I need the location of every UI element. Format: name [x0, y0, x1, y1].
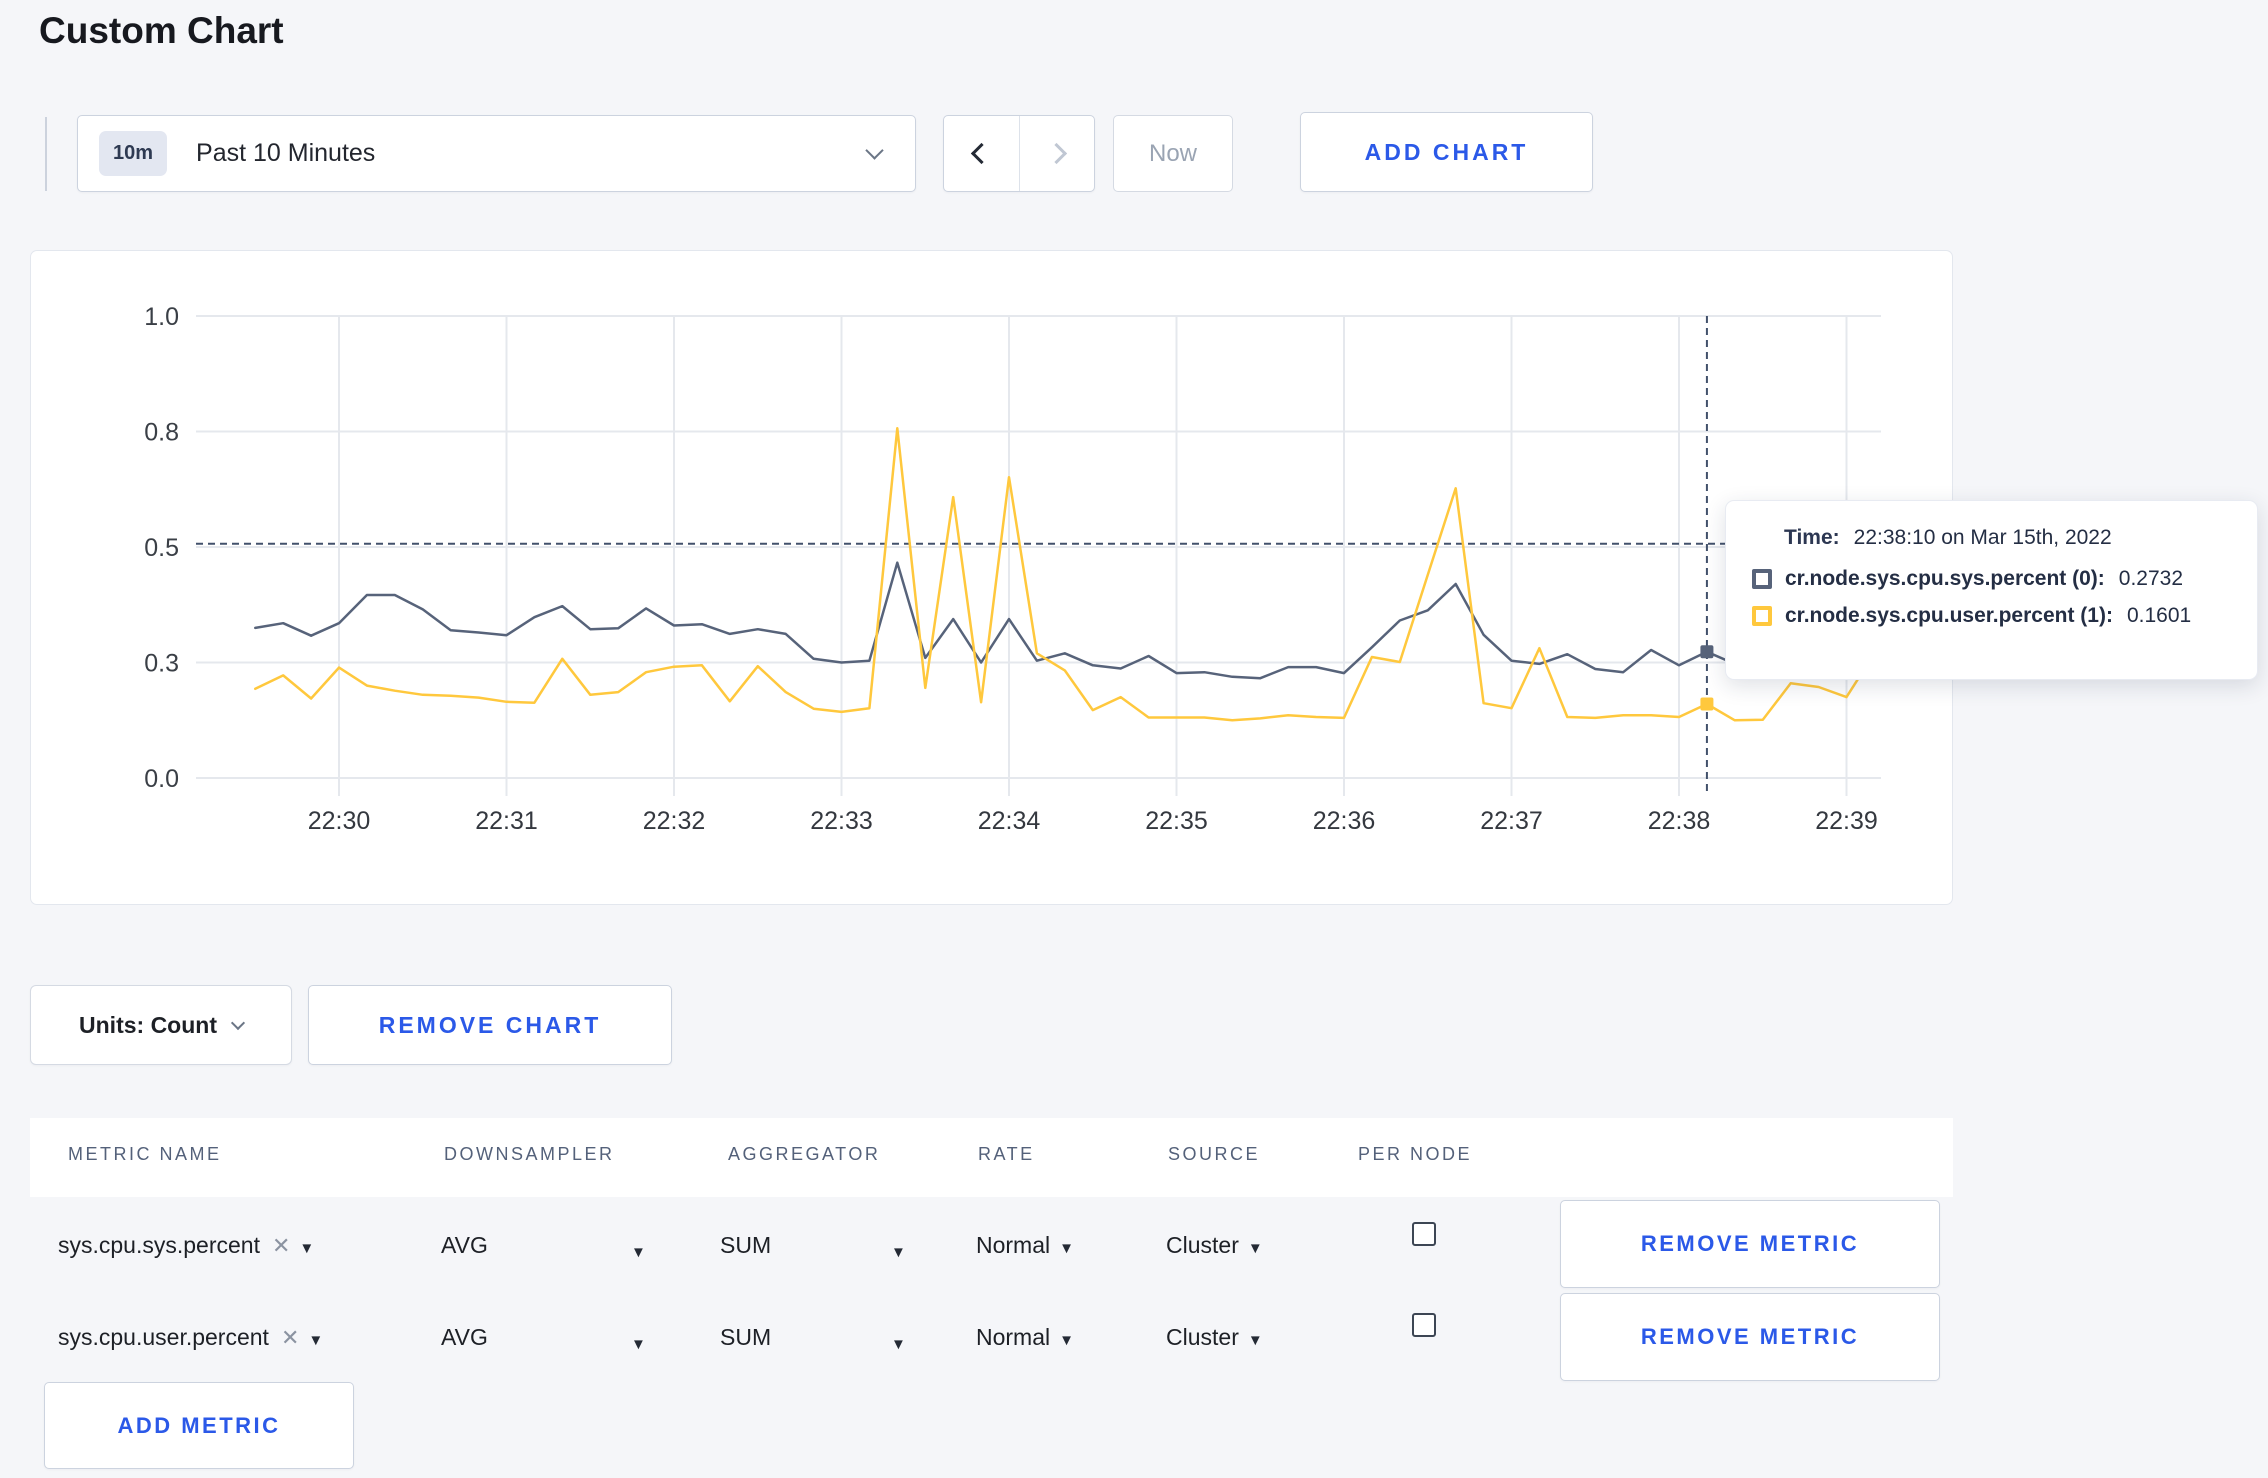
remove-chart-button[interactable]: REMOVE CHART [308, 985, 672, 1065]
tooltip-series-value: 0.1601 [2126, 604, 2192, 627]
tooltip-time: Time: 22:38:10 on Mar 15th, 2022 [1784, 526, 2233, 550]
rate-select[interactable]: Normal ▼ [976, 1324, 1074, 1351]
prev-time-button[interactable] [944, 116, 1019, 191]
tooltip-series-value: 0.2732 [2118, 567, 2184, 590]
chart-card: 0.0 0.3 0.5 0.8 1.0 22:30 22:31 22:32 22:33 22:34… [30, 250, 1953, 905]
per-node-checkbox[interactable] [1412, 1222, 1436, 1246]
x-axis-tick: 22:34 [978, 807, 1041, 835]
col-header-downsampler: DOWNSAMPLER [444, 1144, 615, 1164]
caret-down-icon[interactable]: ▼ [622, 1236, 646, 1263]
time-range-badge: 10m [99, 131, 168, 176]
caret-down-icon: ▼ [1059, 1240, 1074, 1257]
caret-down-icon: ▼ [1059, 1332, 1074, 1349]
now-button[interactable]: Now [1113, 115, 1233, 192]
source-select[interactable]: Cluster ▼ [1166, 1232, 1263, 1259]
x-axis-tick: 22:37 [1480, 807, 1543, 835]
chevron-down-icon [230, 1015, 246, 1031]
x-axis-tick: 22:35 [1145, 807, 1208, 835]
remove-chart-label: REMOVE CHART [378, 1011, 602, 1038]
time-range-label: Past 10 Minutes [196, 139, 376, 167]
x-axis-tick: 22:36 [1313, 807, 1376, 835]
col-header-per-node: PER NODE [1358, 1144, 1473, 1164]
close-icon[interactable]: ✕ [281, 1325, 299, 1350]
tooltip-series-row: cr.node.sys.cpu.user.percent (1): 0.1601 [1752, 604, 2233, 628]
remove-metric-button[interactable]: REMOVE METRIC [1560, 1200, 1940, 1288]
time-nav-group [943, 115, 1095, 192]
add-metric-button[interactable]: ADD METRIC [44, 1382, 354, 1469]
col-header-metric-name: METRIC NAME [68, 1144, 222, 1164]
user-series-swatch-icon [1752, 606, 1772, 626]
chevron-left-icon [970, 142, 992, 165]
caret-down-icon: ▼ [1247, 1332, 1263, 1349]
add-chart-label: ADD CHART [1364, 138, 1529, 165]
toolbar-left-rule [45, 117, 47, 191]
hover-tooltip: Time: 22:38:10 on Mar 15th, 2022 cr.node.… [1725, 500, 2258, 680]
per-node-checkbox[interactable] [1412, 1313, 1436, 1337]
metric-name-select[interactable]: sys.cpu.sys.percent ✕ ▼ [58, 1232, 314, 1259]
remove-metric-button[interactable]: REMOVE METRIC [1560, 1293, 1940, 1381]
y-axis-tick: 0.8 [144, 419, 179, 447]
x-axis-tick: 22:30 [308, 807, 371, 835]
caret-down-icon[interactable]: ▼ [882, 1236, 906, 1263]
x-axis-tick: 22:32 [643, 807, 706, 835]
now-button-label: Now [1148, 139, 1197, 167]
downsampler-select[interactable]: AVG [441, 1324, 488, 1351]
y-axis-tick: 0.0 [144, 765, 179, 793]
sys-series-swatch-icon [1752, 569, 1772, 589]
caret-down-icon[interactable]: ▼ [622, 1328, 646, 1355]
metric-name-select[interactable]: sys.cpu.user.percent ✕ ▼ [58, 1324, 323, 1351]
chart-plot[interactable]: 0.0 0.3 0.5 0.8 1.0 22:30 22:31 22:32 22:33 22:34… [31, 251, 1951, 904]
time-range-select[interactable]: 10m Past 10 Minutes [77, 115, 916, 192]
col-header-aggregator: AGGREGATOR [728, 1144, 881, 1164]
aggregator-select[interactable]: SUM [720, 1232, 771, 1259]
caret-down-icon: ▼ [1247, 1240, 1263, 1257]
caret-down-icon: ▼ [308, 1332, 324, 1349]
custom-chart-page: Custom Chart 10m Past 10 Minutes Now ADD… [0, 0, 2268, 1478]
chevron-down-icon [865, 141, 884, 160]
col-header-rate: RATE [978, 1144, 1035, 1164]
close-icon[interactable]: ✕ [272, 1233, 290, 1258]
tooltip-series-label: cr.node.sys.cpu.user.percent (1): [1785, 604, 2113, 627]
y-axis-tick: 0.5 [144, 534, 179, 562]
add-metric-label: ADD METRIC [117, 1412, 281, 1438]
caret-down-icon[interactable]: ▼ [882, 1328, 906, 1355]
rate-select[interactable]: Normal ▼ [976, 1232, 1074, 1259]
y-axis-tick: 0.3 [144, 650, 179, 678]
units-label: Units: Count [79, 1011, 217, 1038]
x-axis-tick: 22:31 [475, 807, 538, 835]
y-axis-tick: 1.0 [144, 303, 179, 331]
x-axis-tick: 22:39 [1815, 807, 1878, 835]
next-time-button[interactable] [1018, 116, 1095, 191]
caret-down-icon: ▼ [299, 1240, 315, 1257]
add-chart-button[interactable]: ADD CHART [1300, 112, 1593, 192]
col-header-source: SOURCE [1168, 1144, 1261, 1164]
tooltip-series-label: cr.node.sys.cpu.sys.percent (0): [1785, 567, 2105, 590]
tooltip-series-row: cr.node.sys.cpu.sys.percent (0): 0.2732 [1752, 567, 2233, 591]
source-select[interactable]: Cluster ▼ [1166, 1324, 1263, 1351]
user-series-line [254, 427, 1876, 722]
x-axis-tick: 22:38 [1648, 807, 1711, 835]
x-axis-tick: 22:33 [810, 807, 873, 835]
metrics-table-header: METRIC NAME DOWNSAMPLER AGGREGATOR RATE … [30, 1118, 1953, 1197]
tooltip-time-label: Time: [1784, 526, 1840, 549]
aggregator-select[interactable]: SUM [720, 1324, 771, 1351]
chevron-right-icon [1046, 142, 1068, 165]
downsampler-select[interactable]: AVG [441, 1232, 488, 1259]
units-select[interactable]: Units: Count [30, 985, 292, 1065]
sys-series-line [254, 561, 1876, 680]
tooltip-time-value: 22:38:10 on Mar 15th, 2022 [1853, 526, 2112, 549]
page-title: Custom Chart [39, 10, 284, 51]
